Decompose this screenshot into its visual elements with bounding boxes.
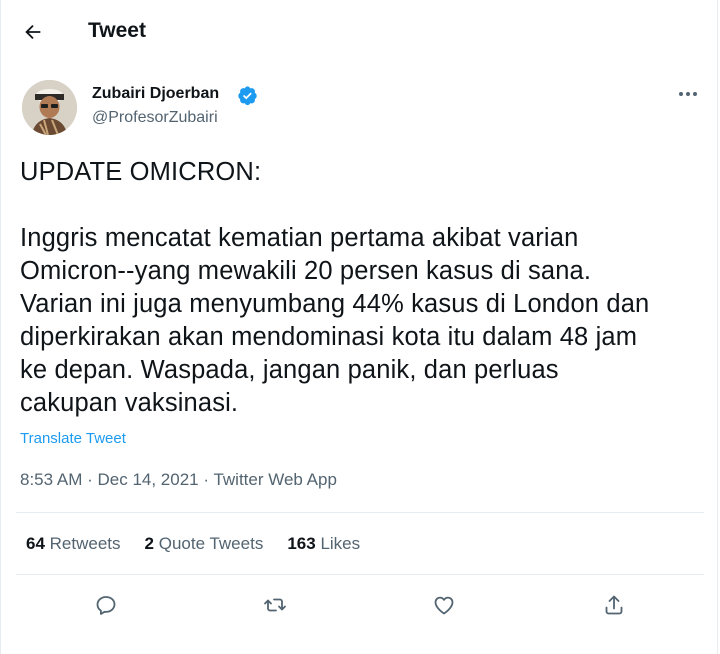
likes-count: 163 [287,534,316,553]
share-button[interactable] [597,588,631,622]
retweets-stat[interactable]: 64 Retweets [26,534,121,554]
tweet-time[interactable]: 8:53 AM [20,470,82,489]
like-button[interactable] [427,588,461,622]
tweet-date[interactable]: Dec 14, 2021 [98,470,199,489]
retweets-count: 64 [26,534,45,553]
verified-badge-icon [238,86,257,106]
tweet-stats: 64 Retweets 2 Quote Tweets 163 Likes [26,534,384,554]
likes-label: Likes [320,534,361,553]
page-title: Tweet [88,19,146,42]
more-horizontal-icon [679,92,697,96]
quote-tweets-label: Quote Tweets [158,534,264,553]
arrow-left-icon [25,24,41,40]
likes-stat[interactable]: 163 Likes [287,534,360,554]
more-options-button[interactable] [672,82,704,106]
meta-separator: · [203,470,214,489]
avatar[interactable] [22,80,77,135]
back-button[interactable] [17,16,49,48]
retweet-button[interactable] [258,588,292,622]
tweet-text: UPDATE OMICRON: Inggris mencatat kematia… [20,158,650,417]
reply-icon [96,596,116,615]
page-header: Tweet [0,0,720,64]
heart-icon [434,596,454,615]
quote-tweets-count: 2 [144,534,154,553]
divider [16,574,704,575]
avatar-image [22,80,77,135]
quote-tweets-stat[interactable]: 2 Quote Tweets [145,534,264,554]
tweet-source[interactable]: Twitter Web App [213,470,336,489]
divider [16,512,704,513]
retweet-icon [264,598,286,612]
share-icon [605,595,623,615]
author-handle[interactable]: @ProfesorZubairi [92,109,218,127]
author-name[interactable]: Zubairi Djoerban [92,85,219,103]
translate-tweet-link[interactable]: Translate Tweet [20,430,126,447]
reply-button[interactable] [89,588,123,622]
retweets-label: Retweets [49,534,121,553]
tweet-metadata: 8:53 AM · Dec 14, 2021 · Twitter Web App [20,470,337,490]
meta-separator: · [87,470,98,489]
